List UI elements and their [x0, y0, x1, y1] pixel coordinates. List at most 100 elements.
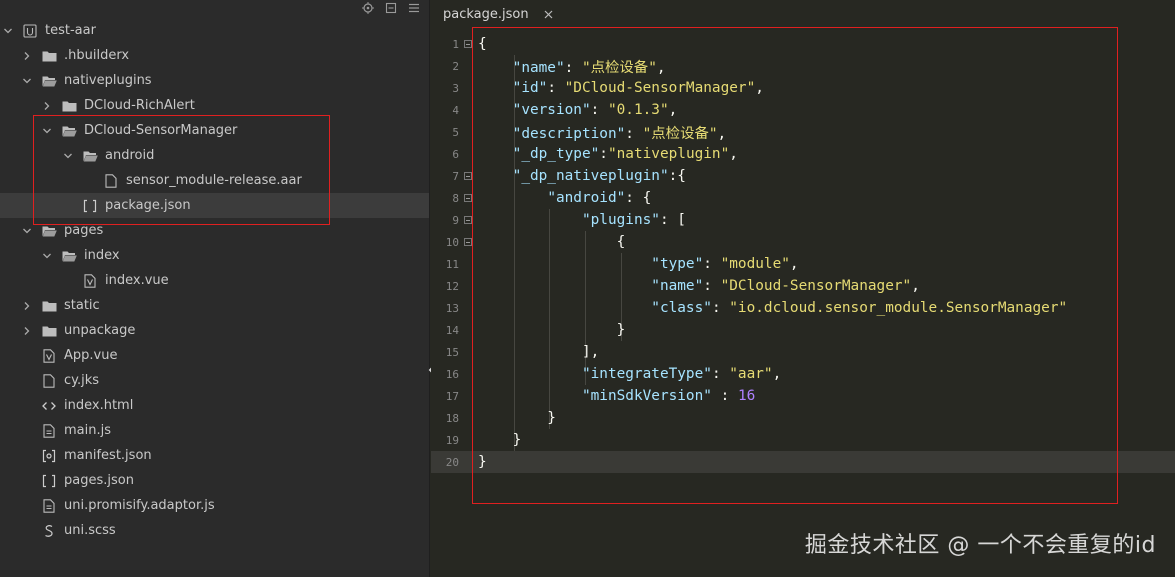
code-line[interactable]: 18 }: [431, 407, 1175, 429]
code-line[interactable]: 15 ],: [431, 341, 1175, 363]
code-token: :: [599, 146, 608, 162]
code-line[interactable]: 11 "type": "module",: [431, 253, 1175, 275]
json-bracket-icon: [41, 474, 57, 488]
fold-toggle-icon[interactable]: [464, 40, 472, 48]
code-line[interactable]: 10 {: [431, 231, 1175, 253]
file-icon: [41, 373, 57, 388]
collapse-all-icon[interactable]: [384, 1, 398, 15]
tree-item-package-json[interactable]: package.json: [0, 193, 429, 218]
code-line[interactable]: 9 "plugins": [: [431, 209, 1175, 231]
locate-icon[interactable]: [361, 1, 375, 15]
line-number: 9: [452, 213, 459, 227]
chevron-right-icon[interactable]: [21, 325, 33, 337]
line-number: 15: [445, 345, 459, 359]
chevron-down-icon[interactable]: [2, 25, 14, 37]
tree-item-label: index.vue: [105, 273, 169, 288]
code-line[interactable]: 17 "minSdkVersion" : 16: [431, 385, 1175, 407]
code-token: "minSdkVersion": [581, 388, 712, 404]
code-token: :{: [668, 168, 686, 184]
js-file-icon: [41, 498, 57, 513]
chevron-down-icon[interactable]: [62, 150, 74, 162]
tree-item-static[interactable]: static: [0, 293, 429, 318]
code-text: "description": "点检设备",: [478, 122, 727, 143]
code-text: "_dp_nativeplugin":{: [478, 168, 686, 184]
tab-package-json[interactable]: package.json: [443, 0, 555, 28]
tree-item-index-vue[interactable]: index.vue: [0, 268, 429, 293]
line-number: 8: [452, 191, 459, 205]
tree-item-index-html[interactable]: index.html: [0, 393, 429, 418]
tree-item-main-js[interactable]: main.js: [0, 418, 429, 443]
tree-item-uni-scss[interactable]: uni.scss: [0, 518, 429, 543]
tree-item-uni-promisify-js[interactable]: uni.promisify.adaptor.js: [0, 493, 429, 518]
line-number: 10: [445, 235, 459, 249]
folder-icon: [41, 324, 57, 338]
tree-item-label: App.vue: [64, 348, 118, 363]
chevron-right-icon[interactable]: [21, 50, 33, 62]
code-token: }: [478, 322, 626, 338]
code-token: "name": [512, 59, 565, 76]
tree-item-nativeplugins[interactable]: nativeplugins: [0, 68, 429, 93]
tree-item-manifest-json[interactable]: manifest.json: [0, 443, 429, 468]
code-text: "id": "DCloud-SensorManager",: [478, 80, 764, 96]
chevron-down-icon[interactable]: [21, 75, 33, 87]
tree-item-hbuilderx[interactable]: .hbuilderx: [0, 43, 429, 68]
fold-toggle-icon[interactable]: [464, 172, 472, 180]
code-line[interactable]: 8 "android": {: [431, 187, 1175, 209]
tree-item-dcloud-sensormanager[interactable]: DCloud-SensorManager: [0, 118, 429, 143]
tree-item-pages-json[interactable]: pages.json: [0, 468, 429, 493]
code-line[interactable]: 2 "name": "点检设备",: [431, 55, 1175, 77]
fold-toggle-icon[interactable]: [464, 194, 472, 202]
tree-item-label: sensor_module-release.aar: [126, 173, 302, 188]
fold-toggle-icon[interactable]: [464, 238, 472, 246]
tab-label: package.json: [443, 6, 529, 22]
code-token: :: [711, 300, 730, 316]
tree-item-test-aar[interactable]: test-aar: [0, 18, 429, 43]
tree-item-label: .hbuilderx: [64, 48, 130, 63]
code-line[interactable]: 1{: [431, 33, 1175, 55]
tree-item-label: cy.jks: [64, 373, 100, 388]
close-icon[interactable]: [543, 8, 555, 20]
chevron-right-icon[interactable]: [41, 100, 53, 112]
code-token: "integrateType": [581, 366, 712, 382]
code-editor: package.json 1{2 "name": "点检设备", 3 "id": …: [431, 0, 1175, 577]
chevron-down-icon[interactable]: [41, 250, 53, 262]
tree-item-index-folder[interactable]: index: [0, 243, 429, 268]
code-line[interactable]: 4 "version": "0.1.3",: [431, 99, 1175, 121]
line-number: 3: [452, 81, 459, 95]
code-line[interactable]: 20}: [431, 451, 1175, 473]
code-line[interactable]: 19 }: [431, 429, 1175, 451]
code-line[interactable]: 13 "class": "io.dcloud.sensor_module.Sen…: [431, 297, 1175, 319]
tree-item-unpackage[interactable]: unpackage: [0, 318, 429, 343]
json-bracket-icon: [82, 199, 98, 213]
fold-toggle-icon[interactable]: [464, 216, 472, 224]
code-line[interactable]: 7 "_dp_nativeplugin":{: [431, 165, 1175, 187]
code-line[interactable]: 3 "id": "DCloud-SensorManager",: [431, 77, 1175, 99]
vue-file-icon: [41, 348, 57, 363]
code-area[interactable]: 1{2 "name": "点检设备", 3 "id": "DCloud-Senso…: [431, 33, 1175, 577]
menu-icon[interactable]: [407, 1, 421, 15]
tree-item-android[interactable]: android: [0, 143, 429, 168]
tree-item-dcloud-richalert[interactable]: DCloud-RichAlert: [0, 93, 429, 118]
code-line[interactable]: 16 "integrateType": "aar",: [431, 363, 1175, 385]
chevron-right-icon[interactable]: [21, 300, 33, 312]
tree-item-label: DCloud-SensorManager: [84, 123, 238, 138]
tree-item-sensor-module-aar[interactable]: sensor_module-release.aar: [0, 168, 429, 193]
tree-item-pages[interactable]: pages: [0, 218, 429, 243]
code-token: "_dp_nativeplugin": [512, 168, 669, 184]
code-token: "DCloud-SensorManager": [720, 278, 912, 294]
tree-item-cy-jks[interactable]: cy.jks: [0, 368, 429, 393]
code-line[interactable]: 6 "_dp_type":"nativeplugin",: [431, 143, 1175, 165]
code-token: "module": [720, 256, 790, 272]
line-number: 18: [445, 411, 459, 425]
chevron-down-icon[interactable]: [41, 125, 53, 137]
code-line[interactable]: 5 "description": "点检设备",: [431, 121, 1175, 143]
tree-item-app-vue[interactable]: App.vue: [0, 343, 429, 368]
code-line[interactable]: 14 }: [431, 319, 1175, 341]
code-line[interactable]: 12 "name": "DCloud-SensorManager",: [431, 275, 1175, 297]
chevron-down-icon[interactable]: [21, 225, 33, 237]
